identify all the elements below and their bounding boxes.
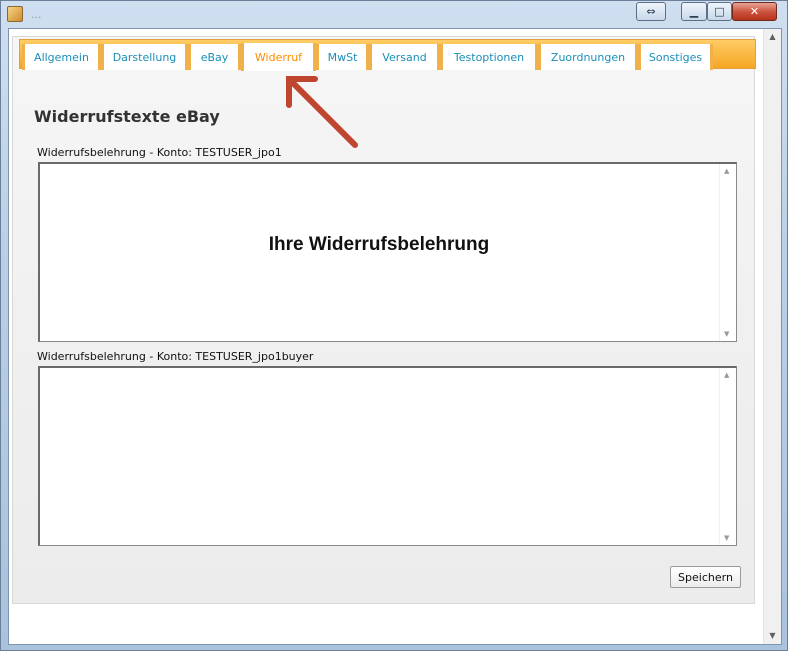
scroll-up-icon[interactable]: ▲ bbox=[764, 29, 781, 45]
tab-allgemein[interactable]: Allgemein bbox=[22, 44, 101, 70]
tab-testoptionen[interactable]: Testoptionen bbox=[440, 44, 538, 70]
tab-zuordnungen[interactable]: Zuordnungen bbox=[538, 44, 638, 70]
client-area: Allgemein Darstellung eBay Widerruf MwSt… bbox=[8, 28, 782, 645]
maximize-button[interactable]: □ bbox=[707, 2, 732, 21]
tab-darstellung[interactable]: Darstellung bbox=[101, 44, 188, 70]
scroll-down-icon[interactable]: ▼ bbox=[724, 534, 729, 542]
page-heading: Widerrufstexte eBay bbox=[34, 107, 220, 126]
close-button[interactable]: ✕ bbox=[732, 2, 777, 21]
scroll-up-icon[interactable]: ▲ bbox=[724, 371, 729, 379]
minimize-button[interactable]: ▁ bbox=[681, 2, 707, 21]
content-area: Allgemein Darstellung eBay Widerruf MwSt… bbox=[9, 29, 763, 644]
resize-icon: ⇔ bbox=[646, 5, 656, 18]
maximize-icon: □ bbox=[714, 5, 725, 18]
withdrawal-text-area-2[interactable]: ▲ ▼ bbox=[38, 366, 737, 546]
tab-versand[interactable]: Versand bbox=[369, 44, 440, 70]
tab-bar: Allgemein Darstellung eBay Widerruf MwSt… bbox=[19, 39, 756, 71]
resize-button[interactable]: ⇔ bbox=[636, 2, 666, 21]
window-scrollbar[interactable]: ▲ ▼ bbox=[763, 29, 781, 644]
minimize-icon: ▁ bbox=[689, 5, 699, 18]
annotation-arrow-icon bbox=[286, 76, 358, 148]
textarea-scrollbar-1[interactable]: ▲ ▼ bbox=[719, 164, 736, 341]
window-title: ... bbox=[31, 8, 42, 21]
save-button[interactable]: Speichern bbox=[670, 566, 741, 588]
title-bar[interactable]: ... ⇔ ▁ □ ✕ bbox=[1, 1, 787, 28]
annotation-arrow-shaft bbox=[290, 80, 358, 148]
scroll-down-icon[interactable]: ▼ bbox=[724, 330, 729, 338]
tab-ebay[interactable]: eBay bbox=[188, 44, 241, 70]
scroll-down-icon[interactable]: ▼ bbox=[764, 628, 781, 644]
settings-panel: Allgemein Darstellung eBay Widerruf MwSt… bbox=[12, 36, 756, 604]
application-window: ... ⇔ ▁ □ ✕ Allgemein Darstellung eBay W… bbox=[0, 0, 788, 651]
tab-sonstiges[interactable]: Sonstiges bbox=[638, 44, 713, 70]
field-label-account-2: Widerrufsbelehrung - Konto: TESTUSER_jpo… bbox=[37, 350, 314, 363]
app-icon bbox=[7, 6, 23, 22]
field-label-account-1: Widerrufsbelehrung - Konto: TESTUSER_jpo… bbox=[37, 146, 282, 159]
scroll-up-icon[interactable]: ▲ bbox=[724, 167, 729, 175]
close-icon: ✕ bbox=[749, 5, 760, 18]
textarea-scrollbar-2[interactable]: ▲ ▼ bbox=[719, 368, 736, 545]
withdrawal-text-1: Ihre Widerrufsbelehrung bbox=[268, 234, 490, 255]
withdrawal-text-area-1[interactable]: Ihre Widerrufsbelehrung ▲ ▼ bbox=[38, 162, 737, 342]
